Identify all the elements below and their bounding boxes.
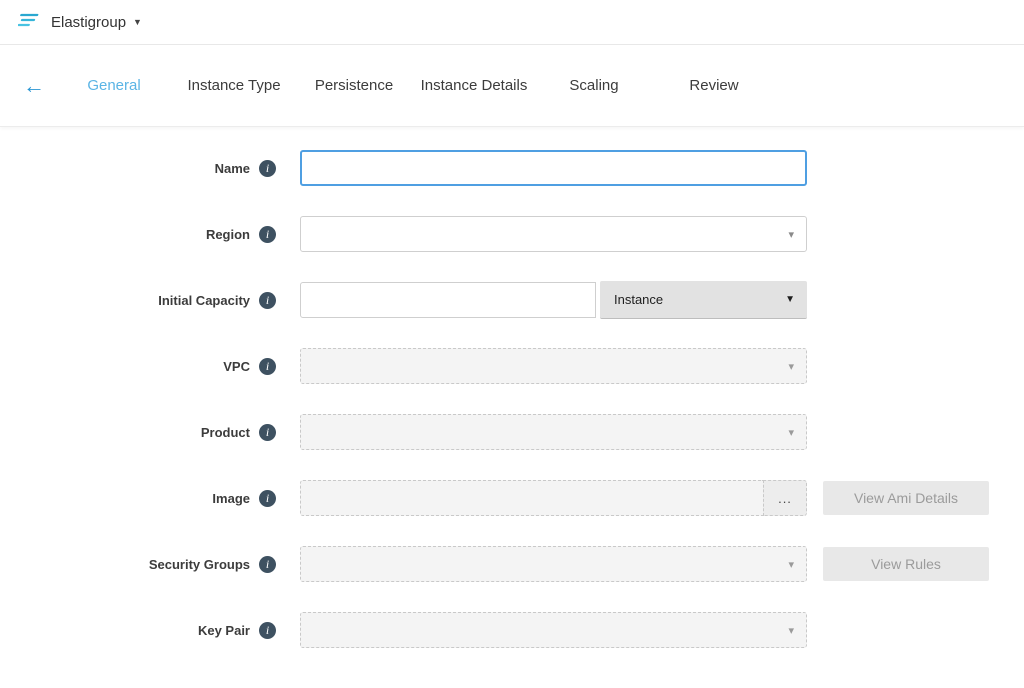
tab-general[interactable]: General <box>54 77 174 94</box>
image-field: ... <box>300 480 807 516</box>
security-groups-row: Security Groups i ▾ View Rules <box>0 546 1024 582</box>
tab-persistence[interactable]: Persistence <box>294 77 414 94</box>
key-pair-info-icon[interactable]: i <box>259 622 276 639</box>
product-select: ▾ <box>300 414 807 450</box>
initial-capacity-label: Initial Capacity <box>0 293 250 308</box>
vpc-info-icon[interactable]: i <box>259 358 276 375</box>
region-label: Region <box>0 227 250 242</box>
name-input[interactable] <box>300 150 807 186</box>
wizard-tab-bar: ← General Instance Type Persistence Inst… <box>0 45 1024 127</box>
chevron-down-icon: ▾ <box>788 360 794 373</box>
app-switcher[interactable]: Elastigroup ▼ <box>51 14 142 31</box>
image-input <box>300 480 763 516</box>
vpc-label: VPC <box>0 359 250 374</box>
chevron-down-icon: ▾ <box>788 426 794 439</box>
tab-instance-type[interactable]: Instance Type <box>174 77 294 94</box>
initial-capacity-info-icon[interactable]: i <box>259 292 276 309</box>
security-groups-label: Security Groups <box>0 557 250 572</box>
back-arrow-icon[interactable]: ← <box>14 73 54 99</box>
name-info-icon[interactable]: i <box>259 160 276 177</box>
key-pair-label: Key Pair <box>0 623 250 638</box>
name-label: Name <box>0 161 250 176</box>
chevron-down-icon: ▾ <box>788 558 794 571</box>
image-row: Image i ... View Ami Details <box>0 480 1024 516</box>
vpc-select: ▾ <box>300 348 807 384</box>
product-row: Product i ▾ <box>0 414 1024 450</box>
security-groups-select: ▾ <box>300 546 807 582</box>
tab-scaling[interactable]: Scaling <box>534 77 654 94</box>
image-info-icon[interactable]: i <box>259 490 276 507</box>
region-info-icon[interactable]: i <box>259 226 276 243</box>
top-bar: Elastigroup ▼ <box>0 0 1024 45</box>
region-select[interactable]: ▾ <box>300 216 807 252</box>
initial-capacity-input[interactable] <box>300 282 596 318</box>
view-rules-button: View Rules <box>823 547 989 581</box>
chevron-down-icon: ▼ <box>785 294 795 305</box>
capacity-unit-value: Instance <box>614 292 663 307</box>
view-ami-details-button: View Ami Details <box>823 481 989 515</box>
image-label: Image <box>0 491 250 506</box>
security-groups-info-icon[interactable]: i <box>259 556 276 573</box>
app-title: Elastigroup <box>51 14 126 31</box>
image-browse-button: ... <box>763 480 807 516</box>
chevron-down-icon: ▾ <box>788 624 794 637</box>
key-pair-row: Key Pair i ▾ <box>0 612 1024 648</box>
vpc-row: VPC i ▾ <box>0 348 1024 384</box>
product-label: Product <box>0 425 250 440</box>
capacity-unit-select[interactable]: Instance ▼ <box>600 281 807 319</box>
chevron-down-icon: ▼ <box>133 17 142 27</box>
wizard-tabs: General Instance Type Persistence Instan… <box>54 77 774 94</box>
name-row: Name i <box>0 150 1024 186</box>
initial-capacity-row: Initial Capacity i Instance ▼ <box>0 282 1024 318</box>
product-info-icon[interactable]: i <box>259 424 276 441</box>
general-form: Name i Region i ▾ Initial Capacity i Ins… <box>0 127 1024 648</box>
region-row: Region i ▾ <box>0 216 1024 252</box>
spotinst-logo-icon <box>18 12 42 32</box>
tab-instance-details[interactable]: Instance Details <box>414 77 534 94</box>
chevron-down-icon: ▾ <box>788 228 794 241</box>
key-pair-select: ▾ <box>300 612 807 648</box>
tab-review[interactable]: Review <box>654 77 774 94</box>
